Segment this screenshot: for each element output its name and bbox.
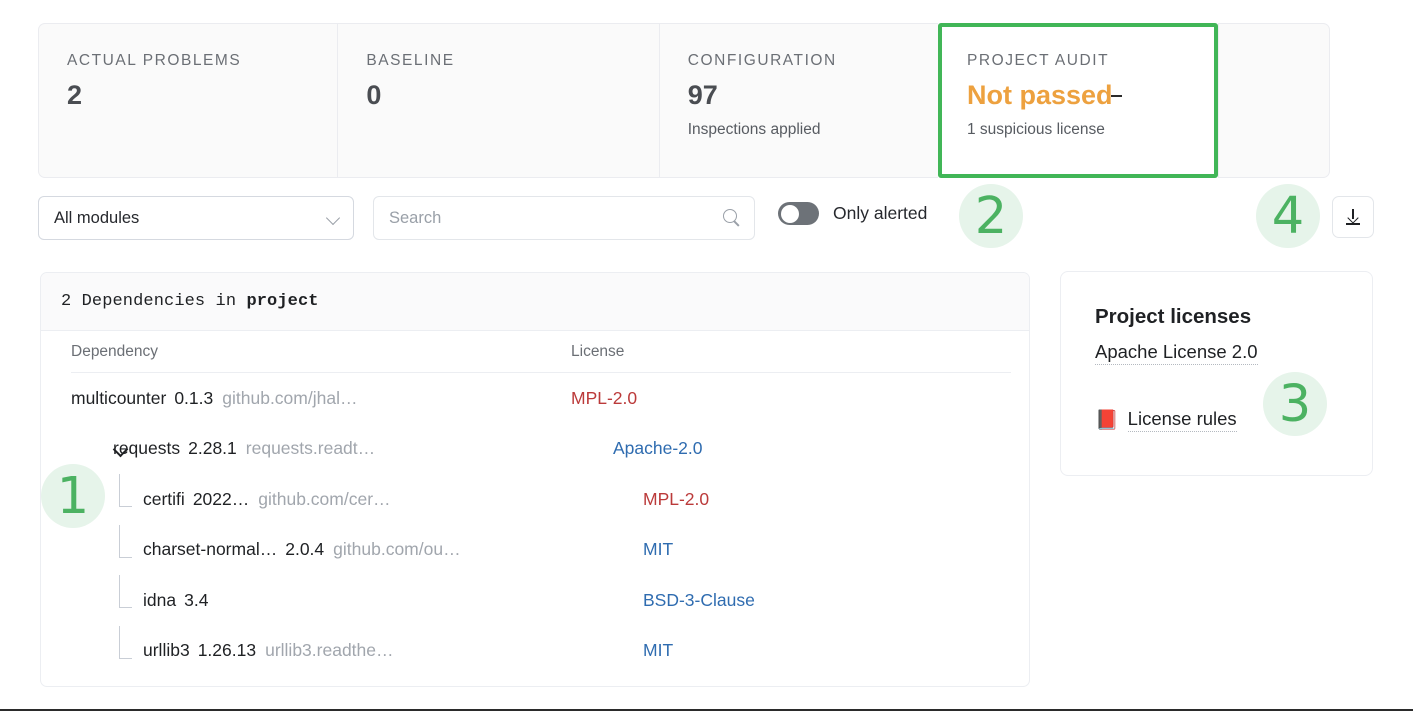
card-value: 2 [67, 81, 337, 110]
module-filter-select[interactable]: All modules [38, 196, 354, 240]
tree-branch-connector [119, 525, 132, 558]
dependencies-scope-name: project [246, 292, 318, 311]
only-alerted-toggle-group[interactable]: Only alerted [778, 202, 927, 225]
summary-card-baseline[interactable]: BASELINE 0 [337, 23, 658, 178]
dependency-cell: idna 3.4 [143, 590, 643, 611]
annotation-badge-3: 3 [1263, 372, 1327, 436]
only-alerted-label: Only alerted [833, 203, 927, 224]
license-link[interactable]: BSD-3-Clause [643, 590, 755, 611]
table-row[interactable]: certifi 2022… github.com/cer… MPL-2.0 [41, 474, 1029, 525]
dependencies-count-prefix: 2 Dependencies in [61, 292, 246, 311]
dependency-cell: requests2.28.1requests.readt… [113, 438, 613, 459]
card-value: 97 [688, 81, 938, 110]
dependency-name: certifi [143, 489, 185, 510]
annotation-badge-2: 2 [959, 184, 1023, 248]
summary-cards-row: ACTUAL PROBLEMS 2 BASELINE 0 CONFIGURATI… [38, 23, 1330, 178]
card-value-status: Not passed [967, 81, 1214, 110]
table-row[interactable]: idna 3.4 BSD-3-Clause [41, 575, 1029, 626]
annotation-badge-1: 1 [41, 464, 105, 528]
table-column-headers: Dependency License [41, 331, 1029, 373]
license-link[interactable]: MIT [643, 640, 673, 661]
dependencies-count-text: 2 Dependencies in project [61, 292, 319, 311]
license-link[interactable]: MIT [643, 539, 673, 560]
search-input[interactable] [389, 209, 723, 228]
license-link[interactable]: Apache-2.0 [613, 438, 703, 459]
search-field[interactable] [373, 196, 755, 240]
dependency-url: urllib3.readthe… [265, 640, 393, 661]
table-row[interactable]: multicounter 0.1.3 github.com/jhal… MPL-2.0 [41, 373, 1029, 424]
license-rules-link[interactable]: 📕 License rules [1095, 408, 1372, 432]
dependency-name: idna [143, 590, 176, 611]
tree-branch-connector [119, 626, 132, 659]
card-title: PROJECT AUDIT [967, 52, 1214, 70]
dependency-cell: charset-normal… 2.0.4 github.com/ou… [143, 539, 643, 560]
dependency-version: 0.1.3 [174, 388, 213, 409]
license-link[interactable]: MPL-2.0 [643, 489, 709, 510]
card-subtext: 1 suspicious license [967, 121, 1214, 139]
dependency-version: 1.26.13 [198, 640, 256, 661]
tree-branch-connector [119, 474, 132, 507]
dependency-name: multicounter [71, 388, 166, 409]
dependency-url: github.com/jhal… [222, 388, 357, 409]
dependency-version: 2022… [193, 489, 249, 510]
dependency-cell: multicounter 0.1.3 github.com/jhal… [71, 388, 571, 409]
card-title: CONFIGURATION [688, 52, 938, 70]
project-license-value[interactable]: Apache License 2.0 [1095, 341, 1258, 365]
dependency-cell: urllib3 1.26.13 urllib3.readthe… [143, 640, 643, 661]
card-title: BASELINE [366, 52, 658, 70]
table-row[interactable]: requests2.28.1requests.readt…Apache-2.0 [41, 424, 1029, 475]
dependencies-table-card: 2 Dependencies in project Dependency Lic… [40, 272, 1030, 687]
text-cursor-artifact [1111, 95, 1122, 97]
only-alerted-toggle[interactable] [778, 202, 819, 225]
module-filter-value: All modules [54, 209, 327, 228]
project-licenses-panel: Project licenses Apache License 2.0 📕 Li… [1060, 271, 1373, 476]
dependency-name: urllib3 [143, 640, 190, 661]
dependency-url: requests.readt… [246, 438, 375, 459]
dependency-rows: multicounter 0.1.3 github.com/jhal… MPL-2.0… [41, 373, 1029, 676]
audit-status-text: Not passed [967, 80, 1113, 110]
download-report-button[interactable] [1332, 196, 1374, 238]
project-licenses-title: Project licenses [1095, 305, 1372, 329]
summary-card-configuration[interactable]: CONFIGURATION 97 Inspections applied [659, 23, 938, 178]
annotation-badge-4: 4 [1256, 184, 1320, 248]
license-rules-label: License rules [1128, 408, 1237, 432]
dependency-name: charset-normal… [143, 539, 277, 560]
toggle-knob [781, 205, 799, 223]
dependencies-count-header: 2 Dependencies in project [41, 273, 1029, 331]
download-icon [1344, 208, 1362, 226]
chevron-down-icon[interactable] [113, 441, 129, 457]
tree-branch-connector [119, 575, 132, 608]
table-row[interactable]: charset-normal… 2.0.4 github.com/ou… MIT [41, 525, 1029, 576]
closed-book-icon: 📕 [1095, 411, 1119, 430]
filters-toolbar: All modules Only alerted [38, 196, 1374, 240]
card-subtext: Inspections applied [688, 121, 938, 139]
summary-card-actual-problems[interactable]: ACTUAL PROBLEMS 2 [38, 23, 337, 178]
chevron-down-icon [327, 212, 340, 225]
dependency-version: 2.28.1 [188, 438, 237, 459]
summary-card-project-audit[interactable]: PROJECT AUDIT Not passed 1 suspicious li… [938, 23, 1218, 178]
dependency-cell: certifi 2022… github.com/cer… [143, 489, 643, 510]
summary-card-overflow[interactable] [1218, 23, 1330, 178]
card-value: 0 [366, 81, 658, 110]
table-row[interactable]: urllib3 1.26.13 urllib3.readthe… MIT [41, 626, 1029, 677]
card-title: ACTUAL PROBLEMS [67, 52, 337, 70]
dependency-url: github.com/ou… [333, 539, 460, 560]
dependency-version: 2.0.4 [285, 539, 324, 560]
column-header-license: License [571, 343, 624, 361]
dependency-version: 3.4 [184, 590, 208, 611]
search-icon[interactable] [723, 209, 742, 228]
dependency-url: github.com/cer… [258, 489, 390, 510]
license-link[interactable]: MPL-2.0 [571, 388, 637, 409]
column-header-dependency: Dependency [71, 343, 571, 361]
